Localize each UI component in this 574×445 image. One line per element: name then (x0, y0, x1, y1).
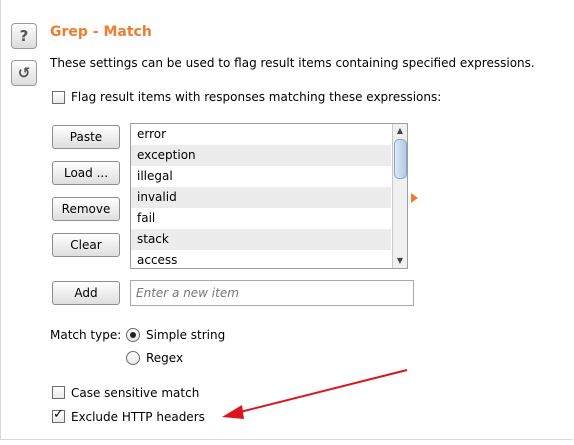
annotation-arrow-shaft (235, 369, 408, 414)
annotation-arrow (222, 369, 408, 419)
annotation-arrow-head (222, 405, 244, 419)
